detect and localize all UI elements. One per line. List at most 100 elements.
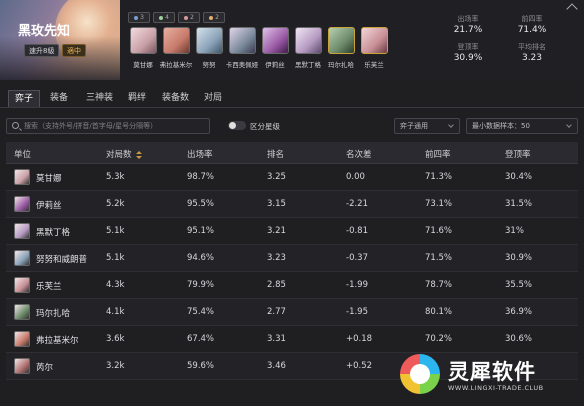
cell-pick-rate: 59.6% [187,361,215,371]
stat-pick-rate: 出场率 21.7% [453,15,483,35]
cell-win: 31.5% [505,199,533,209]
cell-avg-rank: 3.15 [267,199,286,209]
cell-rank-diff: -0.81 [346,226,368,236]
tab-traits[interactable]: 羁绊 [122,90,152,107]
table-row[interactable]: 莫甘娜 5.3k 98.7% 3.25 0.00 71.3% 30.4% [6,164,578,191]
trait-badge[interactable]: 4 [153,12,175,23]
cell-win: 35.5% [505,280,533,290]
search-box[interactable] [6,118,210,134]
upgrade-tag: 速升8級 [24,44,60,57]
unit-name: 黑默丁格 [36,228,71,238]
cell-rank-diff: +0.18 [346,334,373,344]
trait-badge[interactable]: 2 [203,12,225,23]
cell-top4: 78.7% [425,280,453,290]
table-row[interactable]: 黑默丁格 5.1k 95.1% 3.21 -0.81 71.6% 31% [6,218,578,245]
trait-badge[interactable]: 3 [128,12,150,23]
col-games[interactable]: 对局数 [106,148,142,160]
cell-avg-rank: 3.23 [267,253,286,263]
unit-portrait-icon [14,358,30,374]
champion-portrait[interactable] [295,27,322,54]
cell-win: 30.6% [505,334,533,344]
units-table: 单位 对局数 出场率 排名 名次差 前四率 登顶率 莫甘娜 5.3k 98.7% 3.… [6,142,578,380]
cell-top4: 71.3% [425,172,453,182]
cell-rank-diff: -2.21 [346,199,368,209]
trait-badge[interactable]: 2 [178,12,200,23]
cell-pick-rate: 95.1% [187,226,215,236]
cell-games: 3.2k [106,361,125,371]
unit-portrait-icon [14,223,30,239]
cell-top4: 71.5% [425,253,453,263]
stat-win-rate: 登顶率 30.9% [453,43,483,63]
cell-games: 5.1k [106,226,125,236]
cell-games: 5.1k [106,253,125,263]
cell-top4: 71.6% [425,226,453,236]
champion-label: 乐芙兰 [364,61,384,69]
collapse-icon[interactable] [566,3,578,15]
champion-portrait[interactable] [196,27,223,54]
chevron-down-icon [448,122,454,128]
unit-name: 乐芙兰 [36,282,62,292]
cell-pick-rate: 67.4% [187,334,215,344]
champion-portrait[interactable] [328,27,355,54]
col-top4[interactable]: 前四率 [425,148,451,160]
cell-pick-rate: 75.4% [187,307,215,317]
cell-win: 30.4% [505,172,533,182]
tab-matches[interactable]: 对局 [198,90,228,107]
col-unit[interactable]: 单位 [14,148,31,160]
tab-units[interactable]: 弈子 [8,90,41,107]
watermark-url: WWW.LINGXI-TRADE.CLUB [448,384,544,392]
col-win[interactable]: 登顶率 [505,148,531,160]
unit-name: 芮尔 [36,363,54,373]
unit-portrait-icon [14,196,30,212]
table-row[interactable]: 弗拉基米尔 3.6k 67.4% 3.31 +0.18 70.2% 30.6% [6,326,578,353]
star-level-label: 区分星级 [250,122,280,131]
table-row[interactable]: 玛尔扎哈 4.1k 75.4% 2.77 -1.95 80.1% 36.9% [6,299,578,326]
stat-top4-rate: 前四率 71.4% [517,15,547,35]
cell-rank-diff: 0.00 [346,172,365,182]
tab-item-count[interactable]: 装备数 [156,90,195,107]
min-sample-select[interactable]: 最小数据样本：50 [466,118,578,134]
col-rank-diff[interactable]: 名次差 [346,148,372,160]
cell-rank-diff: +0.52 [346,361,373,371]
cell-rank-diff: -0.37 [346,253,368,263]
trait-a-icon [134,15,139,20]
col-avg-rank[interactable]: 排名 [267,148,284,160]
unit-name: 莫甘娜 [36,174,62,184]
cell-pick-rate: 95.5% [187,199,215,209]
champion-portrait[interactable] [163,27,190,54]
cell-games: 4.3k [106,280,125,290]
table-body: 莫甘娜 5.3k 98.7% 3.25 0.00 71.3% 30.4% 伊莉丝 5.2k 95.… [6,164,578,380]
champion-portrait[interactable] [262,27,289,54]
table-row[interactable]: 努努和威朗普 5.1k 94.6% 3.23 -0.37 71.5% 30.9% [6,245,578,272]
champion-portrait[interactable] [130,27,157,54]
table-row[interactable]: 乐芙兰 4.3k 79.9% 2.85 -1.99 78.7% 35.5% [6,272,578,299]
trait-b-icon [159,15,164,20]
table-row[interactable]: 伊莉丝 5.2k 95.5% 3.15 -2.21 73.1% 31.5% [6,191,578,218]
champion-portrait[interactable] [361,27,388,54]
search-input[interactable] [24,120,204,132]
tab-three-items[interactable]: 三神装 [80,90,119,107]
comp-title: 黑玫先知 [18,24,71,39]
cell-win: 30.9% [505,253,533,263]
brand-logo-icon [400,354,440,394]
col-pick-rate[interactable]: 出场率 [187,148,213,160]
difficulty-tag: 適中 [62,44,86,57]
stat-avg-rank: 平均排名 3.23 [518,43,546,63]
trait-d-icon [209,15,214,20]
cell-games: 3.6k [106,334,125,344]
star-level-toggle[interactable] [228,121,246,130]
watermark: 灵犀软件 WWW.LINGXI-TRADE.CLUB [386,350,578,404]
cell-pick-rate: 94.6% [187,253,215,263]
unit-name: 努努和威朗普 [36,255,88,265]
champion-portrait[interactable] [229,27,256,54]
comp-header: 黑玫先知 速升8級 適中 3 4 2 2 莫甘娜 弗拉基米尔 努努 卡西奥佩娅 … [0,0,584,80]
cell-top4: 73.1% [425,199,453,209]
cell-top4: 80.1% [425,307,453,317]
unit-name: 玛尔扎哈 [36,309,71,319]
unit-type-select[interactable]: 弈子通用 [394,118,460,134]
cell-avg-rank: 3.25 [267,172,286,182]
tab-items[interactable]: 装备 [44,90,74,107]
comp-banner-image [0,0,120,80]
cell-avg-rank: 2.77 [267,307,286,317]
cell-games: 5.2k [106,199,125,209]
